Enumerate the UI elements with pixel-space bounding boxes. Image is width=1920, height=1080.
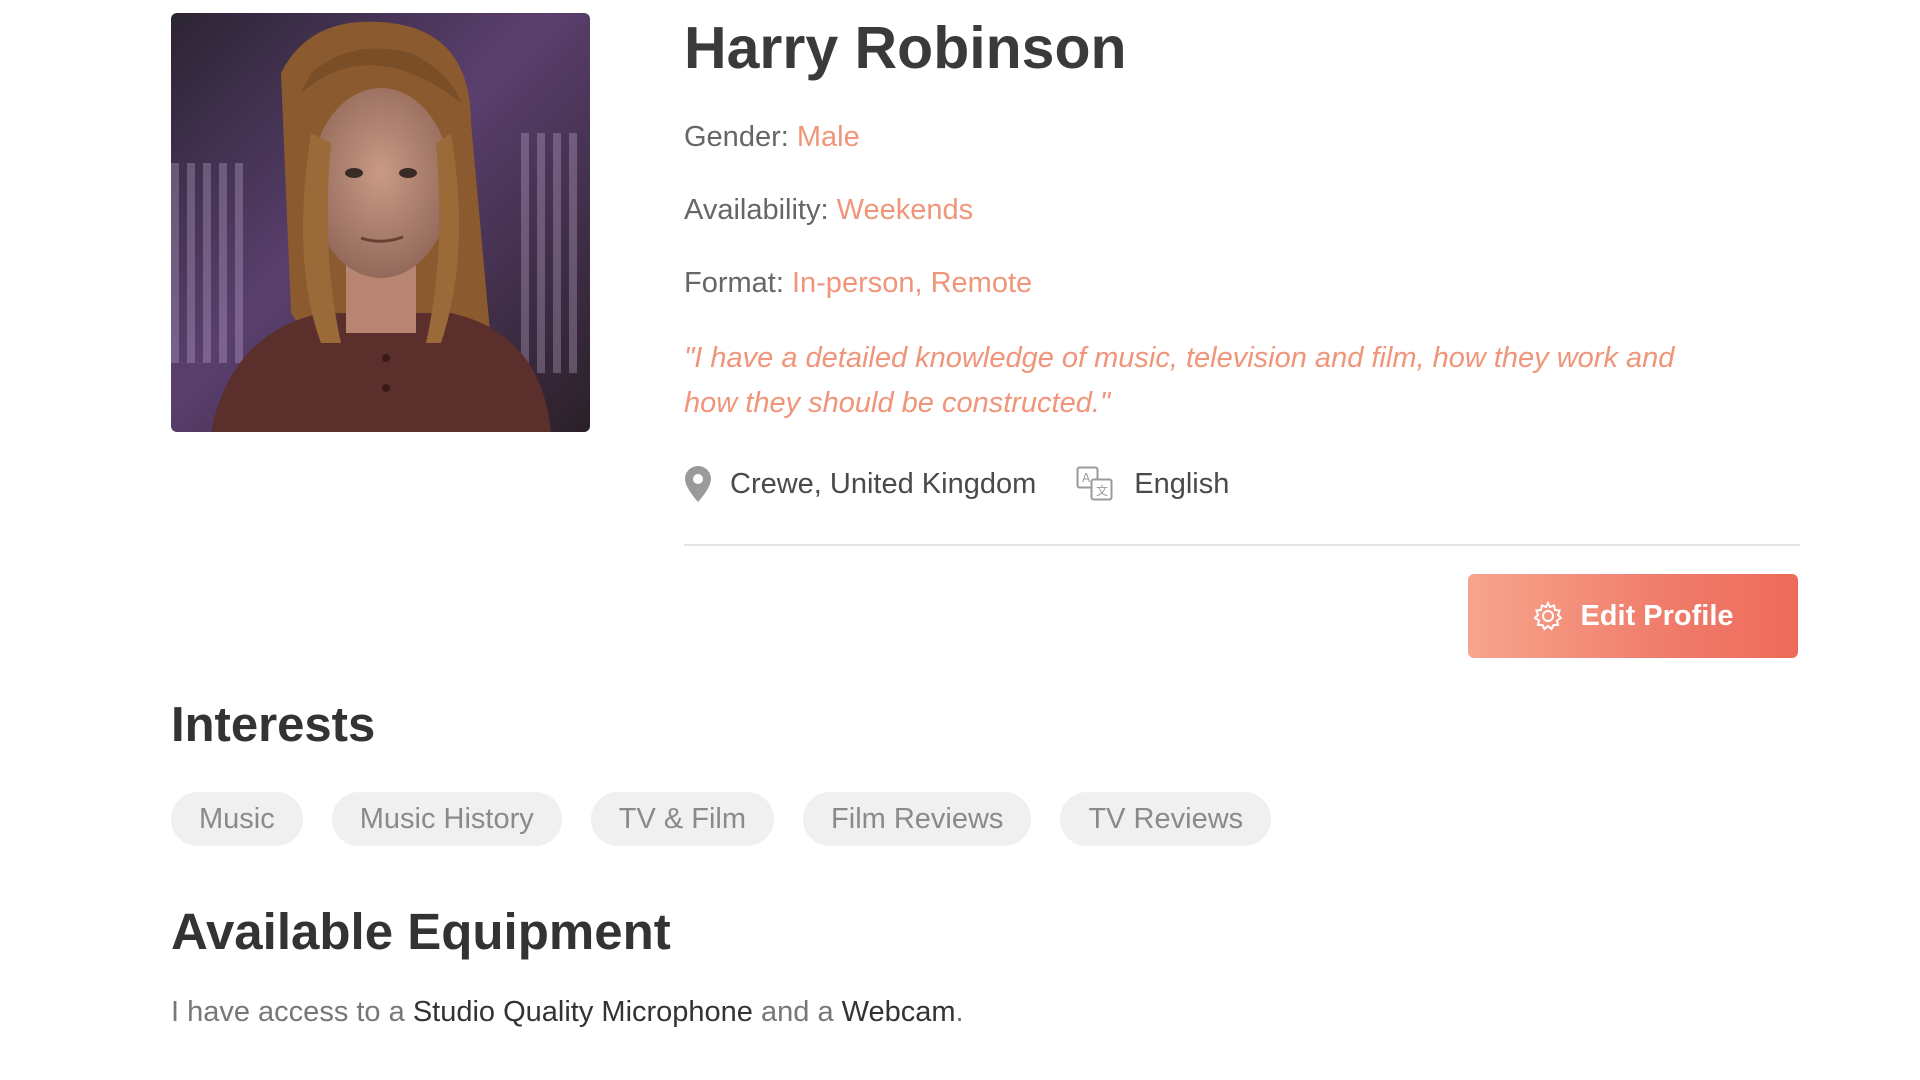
availability-label: Availability: xyxy=(684,194,829,226)
equipment-item-microphone: Studio Quality Microphone xyxy=(412,996,753,1028)
interest-tags: Music Music History TV & Film Film Revie… xyxy=(171,792,1272,846)
equipment-text-middle: and a xyxy=(752,996,842,1028)
svg-text:文: 文 xyxy=(1096,483,1108,498)
profile-quote: "I have a detailed knowledge of music, t… xyxy=(684,336,1804,426)
interest-tag[interactable]: TV Reviews xyxy=(1060,792,1272,846)
interest-tag[interactable]: TV & Film xyxy=(590,792,775,846)
profile-name: Harry Robinson xyxy=(684,15,1127,81)
edit-profile-button[interactable]: Edit Profile xyxy=(1468,574,1798,658)
location-language-row: Crewe, United Kingdom A 文 English xyxy=(684,462,1229,506)
interests-heading: Interests xyxy=(171,698,376,752)
gender-field: Gender: Male xyxy=(684,121,860,154)
availability-field: Availability: Weekends xyxy=(684,194,973,227)
interest-tag[interactable]: Music History xyxy=(331,792,562,846)
map-pin-icon xyxy=(685,466,711,502)
gear-icon xyxy=(1533,600,1564,631)
format-label: Format: xyxy=(684,267,784,299)
profile-page: Harry Robinson Gender: Male Availability… xyxy=(0,0,1920,1080)
translate-icon: A 文 xyxy=(1076,466,1113,501)
equipment-item-webcam: Webcam xyxy=(841,996,956,1028)
divider xyxy=(684,544,1800,546)
format-value: In-person, Remote xyxy=(791,267,1033,299)
gender-label: Gender: xyxy=(684,121,789,153)
edit-profile-label: Edit Profile xyxy=(1580,599,1734,632)
interest-tag[interactable]: Music xyxy=(171,792,303,846)
svg-text:A: A xyxy=(1082,471,1091,485)
availability-value: Weekends xyxy=(836,194,974,226)
location-text: Crewe, United Kingdom xyxy=(730,467,1037,500)
interest-tag[interactable]: Film Reviews xyxy=(803,792,1032,846)
quote-line-1: "I have a detailed knowledge of music, t… xyxy=(684,342,1675,374)
equipment-description: I have access to a Studio Quality Microp… xyxy=(171,996,964,1029)
equipment-text-prefix: I have access to a xyxy=(171,996,413,1028)
gender-value: Male xyxy=(796,121,860,153)
equipment-text-suffix: . xyxy=(955,996,964,1028)
profile-photo xyxy=(171,13,590,432)
format-field: Format: In-person, Remote xyxy=(684,267,1032,300)
quote-line-2: how they should be constructed." xyxy=(684,387,1111,419)
equipment-heading: Available Equipment xyxy=(171,903,671,960)
language-text: English xyxy=(1134,467,1230,500)
